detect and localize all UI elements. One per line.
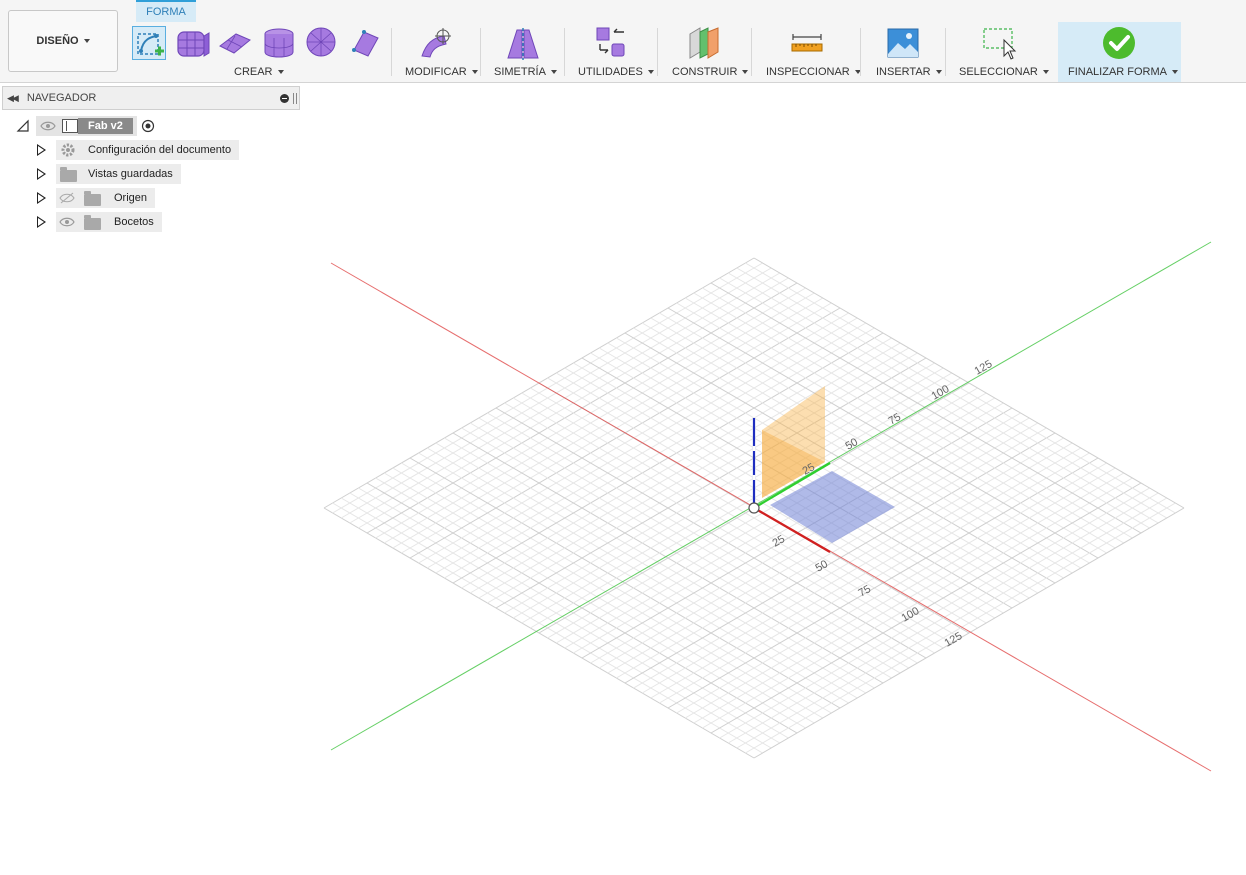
toolbar-separator [480, 28, 481, 76]
expand-arrow-icon[interactable] [37, 168, 46, 180]
expand-arrow-icon[interactable] [37, 144, 46, 156]
group-modificar[interactable]: MODIFICAR [405, 66, 478, 78]
insert-image-icon[interactable] [886, 26, 920, 60]
folder-icon [84, 190, 101, 206]
checkmark-icon[interactable] [1102, 26, 1136, 60]
workspace-label: DISEÑO [36, 35, 79, 47]
chevron-down-icon [647, 70, 654, 75]
tab-forma-label: FORMA [146, 6, 186, 18]
gear-icon [61, 143, 75, 157]
panel-resize-handle[interactable] [293, 92, 297, 104]
tree-item-label: Configuración del documento [88, 144, 232, 156]
3d-viewport-canvas[interactable]: 255075100125255075100125 [0, 83, 1246, 875]
group-crear[interactable]: CREAR [234, 66, 284, 78]
tree-item-sketches[interactable]: Bocetos [36, 212, 162, 232]
utilities-icon[interactable] [594, 26, 628, 60]
saved-views-chip: Vistas guardadas [56, 164, 181, 184]
folder-icon [60, 166, 77, 182]
chevron-down-icon [1042, 70, 1049, 75]
component-icon [62, 119, 78, 133]
toolbar-separator [751, 28, 752, 76]
tree-item-document-settings[interactable]: Configuración del documento [36, 140, 240, 160]
chevron-down-icon [550, 70, 557, 75]
collapse-triangle-icon[interactable] [16, 119, 30, 133]
plane-icon[interactable] [218, 26, 252, 60]
eye-icon[interactable] [40, 120, 56, 132]
group-seleccionar[interactable]: SELECCIONAR [959, 66, 1049, 78]
tree-root-row[interactable]: Fab v2 [16, 116, 155, 136]
tree-item-label: Origen [114, 192, 148, 204]
toolbar: DISEÑO FORMA CREAR MODIFICAR SIMETRÍA UT… [0, 0, 1246, 83]
measure-ruler-icon[interactable] [790, 26, 824, 60]
symmetry-icon[interactable] [505, 26, 539, 60]
navigator-title: NAVEGADOR [26, 92, 97, 104]
select-window-icon[interactable] [982, 26, 1017, 60]
toolbar-separator [657, 28, 658, 76]
red-axis-tick-label: 100 [900, 605, 922, 625]
toolbar-separator [391, 28, 392, 76]
tree-item-label: Vistas guardadas [88, 168, 173, 180]
sphere-icon[interactable] [305, 26, 339, 60]
green-axis-tick-label: 100 [930, 383, 952, 403]
group-inspeccionar[interactable]: INSPECCIONAR [766, 66, 861, 78]
toolbar-separator [945, 28, 946, 76]
group-construir[interactable]: CONSTRUIR [672, 66, 749, 78]
minimize-icon[interactable] [280, 93, 289, 103]
red-axis-tick-label: 125 [943, 630, 965, 650]
collapse-panel-icon[interactable]: ◀◀ [7, 93, 19, 104]
root-label: Fab v2 [78, 118, 133, 134]
create-sketch-icon[interactable] [132, 26, 166, 60]
toolbar-separator [860, 28, 861, 76]
box-icon[interactable] [175, 26, 210, 60]
tree-item-saved-views[interactable]: Vistas guardadas [36, 164, 181, 184]
toolbar-separator [564, 28, 565, 76]
chevron-down-icon [742, 70, 749, 75]
chevron-down-icon [277, 70, 284, 75]
chevron-down-icon [935, 70, 942, 75]
modify-icon[interactable] [418, 26, 452, 60]
expand-arrow-icon[interactable] [37, 192, 46, 204]
face-icon[interactable] [348, 26, 382, 60]
navigator-panel-header: ◀◀ NAVEGADOR [2, 86, 300, 110]
tree-item-origin[interactable]: Origen [36, 188, 156, 208]
group-utilidades[interactable]: UTILIDADES [578, 66, 654, 78]
origin-point [748, 502, 760, 514]
group-simetria[interactable]: SIMETRÍA [494, 66, 557, 78]
chevron-down-icon [471, 70, 478, 75]
cylinder-icon[interactable] [262, 26, 296, 60]
green-axis-tick-label: 125 [973, 358, 995, 378]
tab-forma[interactable]: FORMA [136, 0, 196, 22]
root-chip: Fab v2 [36, 116, 137, 136]
tree-item-label: Bocetos [114, 216, 154, 228]
eye-icon[interactable] [58, 216, 76, 228]
workspace-switcher-button[interactable]: DISEÑO [8, 10, 118, 72]
group-finalizar-forma[interactable]: FINALIZAR FORMA [1068, 66, 1179, 78]
construct-plane-icon[interactable] [688, 26, 722, 60]
chevron-down-icon [1172, 70, 1179, 75]
folder-icon [84, 214, 101, 230]
expand-arrow-icon[interactable] [37, 216, 46, 228]
group-insertar[interactable]: INSERTAR [876, 66, 942, 78]
sketches-chip: Bocetos [56, 212, 162, 232]
origin-chip: Origen [56, 188, 156, 208]
document-settings-chip: Configuración del documento [56, 140, 240, 160]
activate-radio-icon[interactable] [141, 119, 155, 133]
eye-hidden-icon[interactable] [58, 192, 76, 204]
chevron-down-icon [83, 39, 90, 43]
